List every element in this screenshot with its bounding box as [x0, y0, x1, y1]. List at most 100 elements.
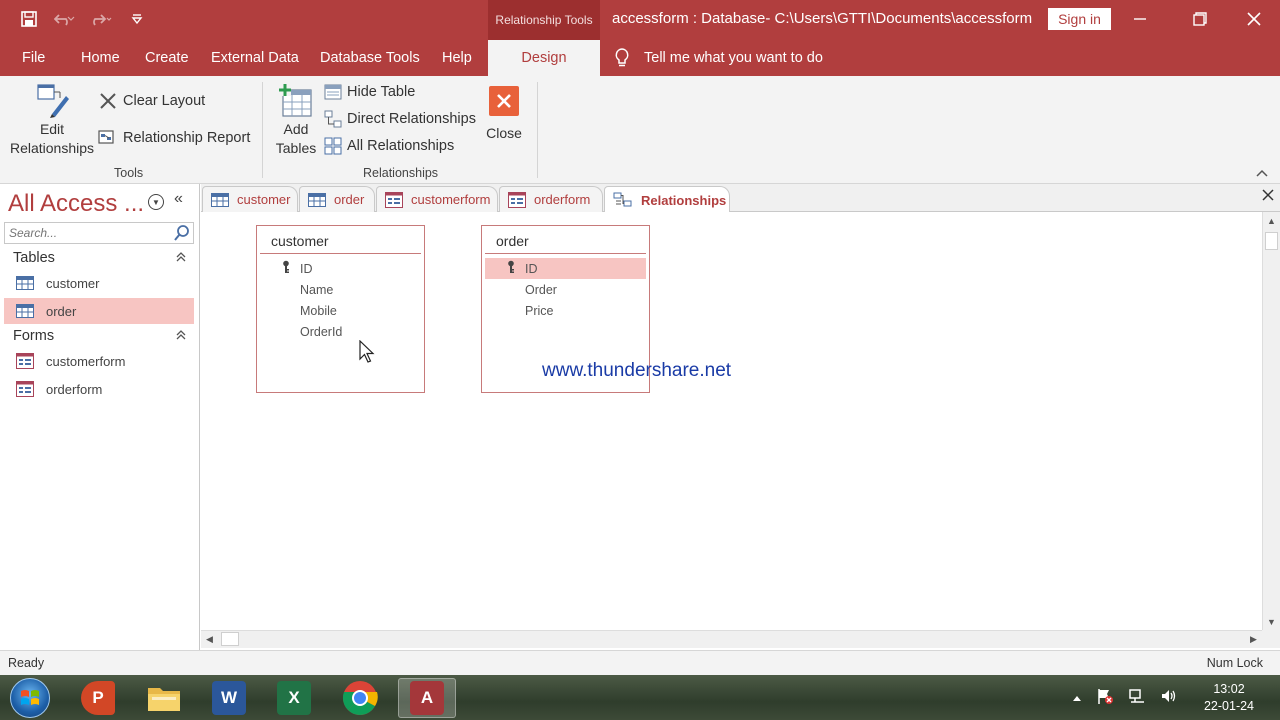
add-tables-label-2: Tables	[275, 140, 317, 156]
ribbon-tab-row: File Home Create External Data Database …	[0, 40, 1280, 76]
doc-tab-label: customerform	[411, 192, 491, 207]
nav-item-orderform[interactable]: orderform	[4, 376, 194, 402]
nav-item-customer[interactable]: customer	[4, 270, 194, 296]
undo-icon[interactable]	[54, 8, 76, 30]
excel-icon: X	[277, 681, 311, 715]
close-document-icon[interactable]	[1262, 188, 1274, 206]
add-tables-label-1: Add	[283, 121, 309, 137]
tab-home[interactable]: Home	[81, 40, 120, 76]
add-tables-button[interactable]: Add Tables	[272, 82, 320, 158]
network-icon[interactable]	[1128, 687, 1146, 708]
horizontal-scrollbar[interactable]: ◀ ▶	[201, 630, 1262, 648]
tab-help[interactable]: Help	[442, 40, 472, 76]
clock-time: 13:02	[1213, 682, 1245, 696]
taskbar-access[interactable]: A	[398, 678, 456, 718]
system-tray	[1072, 675, 1178, 720]
field-item[interactable]: Mobile	[260, 300, 421, 321]
taskbar-word[interactable]: W	[203, 678, 255, 718]
nav-pane-title[interactable]: All Access ...	[8, 190, 144, 218]
save-icon[interactable]	[18, 8, 40, 30]
group-separator	[262, 82, 263, 178]
tell-me-box[interactable]: Tell me what you want to do	[614, 40, 823, 76]
tab-database-tools[interactable]: Database Tools	[320, 40, 420, 76]
vertical-scrollbar[interactable]: ▲ ▼	[1262, 212, 1280, 630]
tab-external-data[interactable]: External Data	[211, 40, 299, 76]
minimize-button[interactable]	[1122, 6, 1158, 32]
nav-section-forms[interactable]: Forms	[4, 325, 194, 347]
field-item[interactable]: ID	[260, 258, 421, 279]
scrollbar-corner	[1262, 630, 1280, 648]
table-box-title[interactable]: order	[485, 226, 646, 254]
shutter-bar-close-icon[interactable]: «	[174, 190, 183, 208]
scroll-up-icon[interactable]: ▲	[1263, 212, 1280, 229]
nav-item-label: customerform	[46, 353, 126, 369]
doc-tab-order[interactable]: order	[299, 186, 375, 212]
window-title: accessform : Database- C:\Users\GTTI\Doc…	[612, 10, 1032, 27]
taskbar-powerpoint[interactable]: P	[72, 678, 124, 718]
context-tab-label: Relationship Tools	[488, 0, 600, 40]
form-icon	[16, 353, 34, 369]
field-item[interactable]: Price	[485, 300, 646, 321]
direct-relationships-icon	[324, 110, 342, 128]
doc-tab-orderform[interactable]: orderform	[499, 186, 603, 212]
scroll-down-icon[interactable]: ▼	[1263, 613, 1280, 630]
field-item[interactable]: OrderId	[260, 321, 421, 342]
powerpoint-icon: P	[81, 681, 115, 715]
search-icon[interactable]	[173, 224, 191, 245]
direct-relationships-button[interactable]: Direct Relationships	[324, 108, 476, 130]
close-relationships-button[interactable]: Close	[482, 86, 526, 143]
volume-icon[interactable]	[1160, 687, 1178, 708]
nav-item-label: orderform	[46, 381, 103, 397]
num-lock-indicator: Num Lock	[1206, 656, 1263, 670]
relationships-canvas[interactable]: customer ID Name Mobile OrderId order ID…	[201, 212, 1262, 630]
field-item[interactable]: Order	[485, 279, 646, 300]
nav-item-order[interactable]: order	[4, 298, 194, 324]
taskbar-clock[interactable]: 13:02 22-01-24	[1196, 681, 1262, 715]
redo-icon[interactable]	[90, 8, 112, 30]
collapse-ribbon-icon[interactable]	[1256, 166, 1268, 180]
taskbar-file-explorer[interactable]	[138, 678, 190, 718]
navigation-pane: All Access ... ▼ « Tables customer order…	[0, 184, 200, 650]
tab-design[interactable]: Design	[488, 40, 600, 76]
taskbar-excel[interactable]: X	[268, 678, 320, 718]
scroll-thumb[interactable]	[221, 632, 239, 646]
doc-tab-customer[interactable]: customer	[202, 186, 298, 212]
taskbar-chrome[interactable]	[334, 678, 386, 718]
clear-layout-icon	[100, 93, 116, 109]
clear-layout-button[interactable]: Clear Layout	[98, 90, 205, 112]
nav-section-tables[interactable]: Tables	[4, 247, 194, 269]
doc-tab-customerform[interactable]: customerform	[376, 186, 498, 212]
field-item[interactable]: Name	[260, 279, 421, 300]
relationship-report-button[interactable]: Relationship Report	[98, 127, 250, 149]
windows-logo-icon	[21, 690, 39, 705]
show-hidden-icons-icon[interactable]	[1072, 690, 1082, 705]
tab-file[interactable]: File	[22, 40, 45, 76]
field-item-selected[interactable]: ID	[485, 258, 646, 279]
primary-key-icon	[507, 260, 515, 277]
start-button[interactable]	[10, 678, 50, 718]
collapse-section-icon	[176, 250, 186, 266]
action-center-flag-icon[interactable]	[1096, 687, 1114, 708]
nav-item-customerform[interactable]: customerform	[4, 348, 194, 374]
nav-search-input[interactable]	[5, 223, 170, 243]
sign-in-button[interactable]: Sign in	[1048, 8, 1111, 30]
doc-tab-relationships[interactable]: Relationships	[604, 186, 730, 213]
close-window-button[interactable]	[1236, 6, 1272, 32]
relationship-report-label: Relationship Report	[123, 130, 251, 146]
all-relationships-button[interactable]: All Relationships	[324, 135, 454, 157]
hide-table-icon	[324, 84, 342, 100]
scroll-thumb[interactable]	[1265, 232, 1278, 250]
mouse-cursor-icon	[359, 339, 375, 367]
field-label: ID	[300, 261, 313, 276]
nav-menu-dropdown-icon[interactable]: ▼	[148, 194, 164, 210]
table-box-customer[interactable]: customer ID Name Mobile OrderId	[256, 225, 425, 393]
customize-toolbar-icon[interactable]	[126, 8, 148, 30]
scroll-left-icon[interactable]: ◀	[201, 631, 218, 648]
restore-button[interactable]	[1182, 6, 1218, 32]
table-box-title[interactable]: customer	[260, 226, 421, 254]
tab-create[interactable]: Create	[145, 40, 189, 76]
clock-date: 22-01-24	[1203, 699, 1255, 713]
scroll-right-icon[interactable]: ▶	[1245, 631, 1262, 648]
edit-relationships-button[interactable]: Edit Relationships	[8, 82, 96, 158]
hide-table-button[interactable]: Hide Table	[324, 81, 415, 103]
